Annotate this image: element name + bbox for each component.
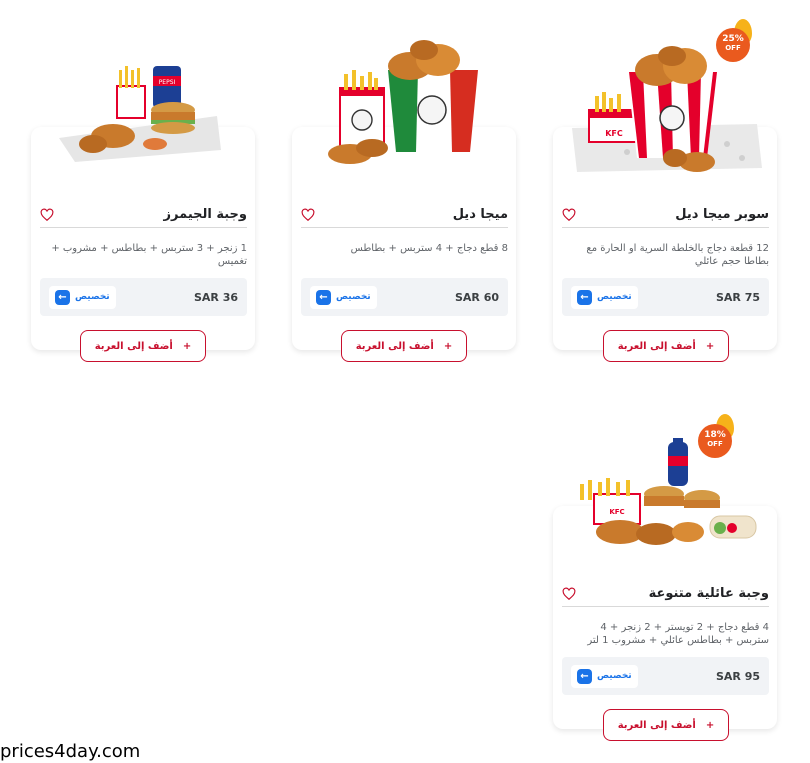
add-to-cart-button[interactable]: + أضف إلى العربة xyxy=(341,330,467,362)
add-to-cart-button[interactable]: + أضف إلى العربة xyxy=(80,330,206,362)
product-description: 12 قطعة دجاج بالخلطة السرية او الحارة مع… xyxy=(586,243,769,267)
product-image-gamers-meal: PEPSI xyxy=(55,58,225,168)
customize-button[interactable]: ← تخصيص xyxy=(49,285,116,309)
product-price: SAR 95 xyxy=(715,669,760,683)
card-title-row: وجبة الجيمرز xyxy=(40,206,247,228)
add-to-cart-button[interactable]: + أضف إلى العربة xyxy=(603,330,729,362)
product-title: سوبر ميجا ديل xyxy=(675,207,769,222)
product-image-mega-deal xyxy=(310,36,510,176)
favorite-icon[interactable] xyxy=(40,208,54,222)
svg-text:PEPSI: PEPSI xyxy=(159,79,176,86)
discount-badge: 18% OFF xyxy=(698,424,732,458)
product-description: 1 زنجر + 3 ستربس + بطاطس + مشروب + تغميس xyxy=(51,243,247,267)
product-title: ميجا ديل xyxy=(452,207,508,222)
customize-button[interactable]: ← تخصيص xyxy=(571,664,638,688)
plus-icon: + xyxy=(705,340,715,352)
product-description: 8 قطع دجاج + 4 ستربس + بطاطس xyxy=(350,243,508,254)
card-title-row: ميجا ديل xyxy=(301,206,508,228)
favorite-icon[interactable] xyxy=(562,587,576,601)
product-title: وجبة الجيمرز xyxy=(163,207,247,222)
arrow-left-icon: ← xyxy=(577,668,592,684)
customize-button[interactable]: ← تخصيص xyxy=(571,285,638,309)
svg-text:KFC: KFC xyxy=(609,508,624,516)
customize-label: تخصيص xyxy=(597,292,632,302)
customize-button[interactable]: ← تخصيص xyxy=(310,285,377,309)
plus-icon: + xyxy=(705,719,715,731)
plus-icon: + xyxy=(443,340,453,352)
arrow-left-icon: ← xyxy=(577,289,592,305)
product-price: SAR 75 xyxy=(715,290,760,304)
product-title: وجبة عائلية متنوعة xyxy=(648,586,769,601)
discount-badge: 25% OFF xyxy=(716,28,750,62)
arrow-left-icon: ← xyxy=(55,289,70,305)
add-to-cart-label: أضف إلى العربة xyxy=(617,340,696,352)
price-row: ← تخصيص SAR 75 xyxy=(562,278,769,316)
product-description: 4 قطع دجاج + 2 تويستر + 2 زنجر + 4 ستربس… xyxy=(587,622,769,646)
price-row: ← تخصيص SAR 36 xyxy=(40,278,247,316)
card-title-row: وجبة عائلية متنوعة xyxy=(562,585,769,607)
product-price: SAR 60 xyxy=(454,290,499,304)
add-to-cart-label: أضف إلى العربة xyxy=(617,719,696,731)
add-to-cart-button[interactable]: + أضف إلى العربة xyxy=(603,709,729,741)
price-row: ← تخصيص SAR 60 xyxy=(301,278,508,316)
arrow-left-icon: ← xyxy=(316,289,331,305)
favorite-icon[interactable] xyxy=(301,208,315,222)
plus-icon: + xyxy=(182,340,192,352)
product-image-family-meal: KFC xyxy=(570,436,765,556)
favorite-icon[interactable] xyxy=(562,208,576,222)
customize-label: تخصيص xyxy=(75,292,110,302)
product-price: SAR 36 xyxy=(193,290,238,304)
svg-text:KFC: KFC xyxy=(605,129,623,138)
customize-label: تخصيص xyxy=(336,292,371,302)
add-to-cart-label: أضف إلى العربة xyxy=(94,340,173,352)
watermark: prices4day.com xyxy=(0,741,141,762)
customize-label: تخصيص xyxy=(597,671,632,681)
price-row: ← تخصيص SAR 95 xyxy=(562,657,769,695)
card-title-row: سوبر ميجا ديل xyxy=(562,206,769,228)
add-to-cart-label: أضف إلى العربة xyxy=(355,340,434,352)
